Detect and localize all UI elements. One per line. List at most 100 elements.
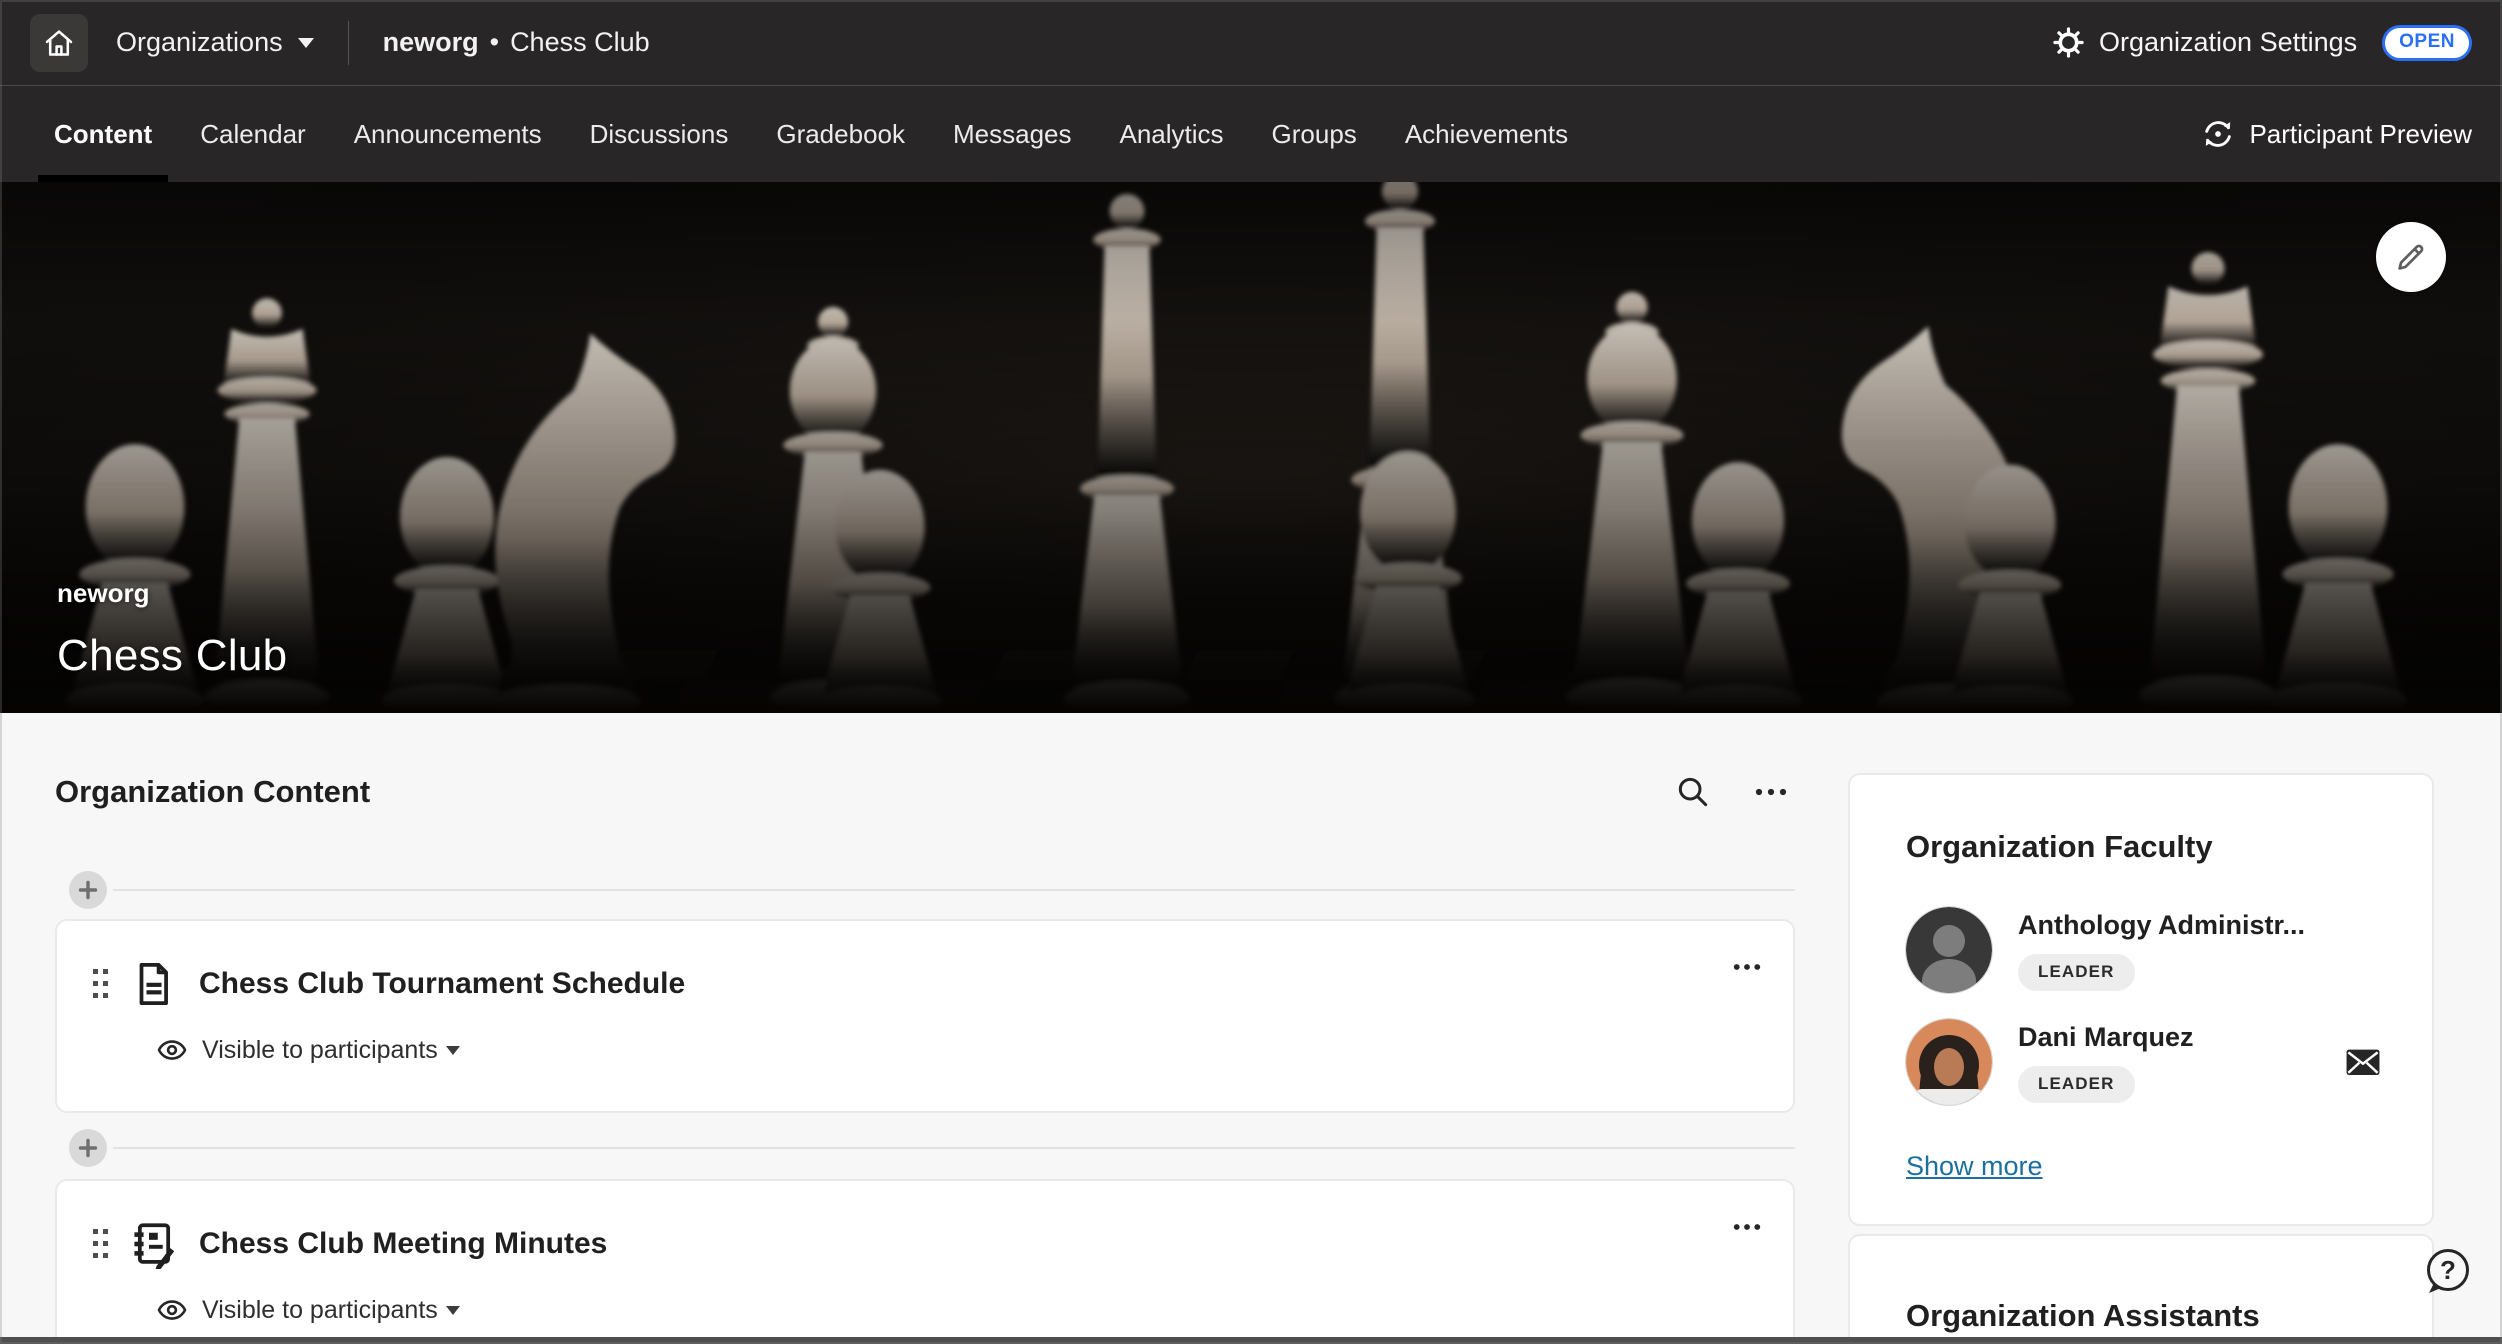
caret-down-icon: [446, 1306, 460, 1315]
search-icon: [1674, 773, 1712, 811]
sidebar: Organization Faculty An: [1848, 713, 2434, 1344]
member-info: Dani Marquez LEADER: [2018, 1019, 2318, 1103]
content-item-row: Chess Club Meeting Minutes: [85, 1219, 1763, 1269]
top-bar: Organizations neworg • Chess Club: [0, 0, 2502, 85]
content-item-row: Chess Club Tournament Schedule: [85, 959, 1763, 1009]
tab-achievements[interactable]: Achievements: [1381, 86, 1592, 182]
window-bottom-edge: [0, 1337, 2502, 1344]
tab-calendar[interactable]: Calendar: [176, 86, 330, 182]
content-header-actions: [1669, 768, 1795, 816]
visibility-row: Visible to participants: [85, 1035, 1763, 1065]
drag-handle-icon[interactable]: [91, 1223, 111, 1265]
breadcrumb-org-name: Chess Club: [510, 27, 650, 58]
course-nav-tabs: Content Calendar Announcements Discussio…: [0, 85, 2502, 182]
participant-preview-button[interactable]: Participant Preview: [2201, 117, 2472, 151]
status-badge[interactable]: OPEN: [2382, 25, 2472, 61]
divider: [348, 21, 349, 65]
participant-preview-icon: [2201, 117, 2235, 151]
search-button[interactable]: [1669, 768, 1717, 816]
content-menu-button[interactable]: [1747, 768, 1795, 816]
breadcrumb-org-code: neworg: [383, 27, 479, 58]
tab-messages[interactable]: Messages: [929, 86, 1096, 182]
chess-banner-image: [0, 182, 2502, 713]
app-window: Organizations neworg • Chess Club: [0, 0, 2502, 1344]
visibility-label: Visible to participants: [202, 1036, 438, 1065]
role-badge: LEADER: [2018, 954, 2135, 991]
visibility-dropdown[interactable]: Visible to participants: [202, 1036, 460, 1065]
plus-icon: [78, 1138, 98, 1158]
journal-icon: [129, 1219, 179, 1269]
add-content-button[interactable]: [69, 871, 107, 909]
content-item-tournament-schedule: Chess Club Tournament Schedule: [55, 919, 1795, 1113]
faculty-member-row: Anthology Administr... LEADER: [1906, 907, 2388, 993]
avatar: [1906, 907, 1992, 993]
organizations-dropdown[interactable]: Organizations: [116, 27, 314, 58]
organization-assistants-card: Organization Assistants: [1848, 1234, 2434, 1344]
banner-text: neworg Chess Club: [57, 578, 287, 681]
page-body: Organization Content: [0, 713, 2502, 1344]
avatar: [1906, 1019, 1992, 1105]
member-name[interactable]: Anthology Administr...: [2018, 910, 2388, 941]
tab-analytics[interactable]: Analytics: [1096, 86, 1248, 182]
participant-preview-label: Participant Preview: [2249, 119, 2472, 150]
assistants-heading: Organization Assistants: [1906, 1298, 2388, 1334]
gear-icon: [2052, 26, 2085, 59]
tab-discussions[interactable]: Discussions: [566, 86, 753, 182]
tab-content[interactable]: Content: [30, 86, 176, 182]
ellipsis-icon: [1731, 1221, 1763, 1233]
show-more-link[interactable]: Show more: [1906, 1151, 2043, 1182]
breadcrumb: neworg • Chess Club: [383, 27, 650, 58]
item-menu-button[interactable]: [1731, 961, 1763, 973]
ellipsis-icon: [1753, 785, 1789, 799]
organization-settings-label: Organization Settings: [2099, 27, 2357, 58]
ellipsis-icon: [1731, 961, 1763, 973]
add-content-button[interactable]: [69, 1129, 107, 1167]
help-icon: ?: [2420, 1245, 2474, 1299]
tab-gradebook[interactable]: Gradebook: [752, 86, 929, 182]
faculty-member-row: Dani Marquez LEADER: [1906, 1019, 2388, 1105]
envelope-icon: [2344, 1046, 2382, 1078]
content-heading: Organization Content: [55, 774, 1669, 810]
tab-announcements[interactable]: Announcements: [330, 86, 566, 182]
content-item-title[interactable]: Chess Club Tournament Schedule: [199, 967, 1731, 1001]
caret-down-icon: [446, 1046, 460, 1055]
organization-faculty-card: Organization Faculty An: [1848, 773, 2434, 1226]
faculty-heading: Organization Faculty: [1906, 829, 2388, 865]
chevron-down-icon: [298, 38, 314, 48]
drag-handle-icon[interactable]: [91, 963, 111, 1005]
content-item-title[interactable]: Chess Club Meeting Minutes: [199, 1227, 1731, 1261]
member-info: Anthology Administr... LEADER: [2018, 907, 2388, 991]
item-menu-button[interactable]: [1731, 1221, 1763, 1233]
svg-text:?: ?: [2440, 1255, 2456, 1285]
visibility-row: Visible to participants: [85, 1295, 1763, 1325]
organization-settings-button[interactable]: Organization Settings: [2052, 26, 2357, 59]
breadcrumb-separator: •: [490, 27, 499, 58]
role-badge: LEADER: [2018, 1066, 2135, 1103]
divider-line: [113, 889, 1795, 891]
home-button[interactable]: [30, 14, 88, 72]
topbar-right: Organization Settings OPEN: [2052, 25, 2472, 61]
content-header: Organization Content: [55, 769, 1795, 815]
add-content-divider: [55, 871, 1795, 909]
home-icon: [43, 27, 75, 59]
content-item-meeting-minutes: Chess Club Meeting Minutes: [55, 1179, 1795, 1344]
tab-groups[interactable]: Groups: [1248, 86, 1381, 182]
edit-banner-button[interactable]: [2376, 222, 2446, 292]
visibility-eye-icon: [157, 1295, 187, 1325]
content-column: Organization Content: [55, 713, 1795, 1344]
member-name[interactable]: Dani Marquez: [2018, 1022, 2318, 1053]
visibility-eye-icon: [157, 1035, 187, 1065]
organizations-dropdown-label: Organizations: [116, 27, 283, 58]
visibility-dropdown[interactable]: Visible to participants: [202, 1296, 460, 1325]
pencil-icon: [2393, 239, 2429, 275]
document-icon: [129, 959, 179, 1009]
divider-line: [113, 1147, 1795, 1149]
course-banner: neworg Chess Club: [0, 182, 2502, 713]
help-button[interactable]: ?: [2420, 1245, 2474, 1299]
add-content-divider: [55, 1129, 1795, 1167]
banner-org-code: neworg: [57, 578, 287, 609]
page-title: Chess Club: [57, 631, 287, 681]
message-member-button[interactable]: [2344, 1046, 2382, 1078]
plus-icon: [78, 880, 98, 900]
visibility-label: Visible to participants: [202, 1296, 438, 1325]
